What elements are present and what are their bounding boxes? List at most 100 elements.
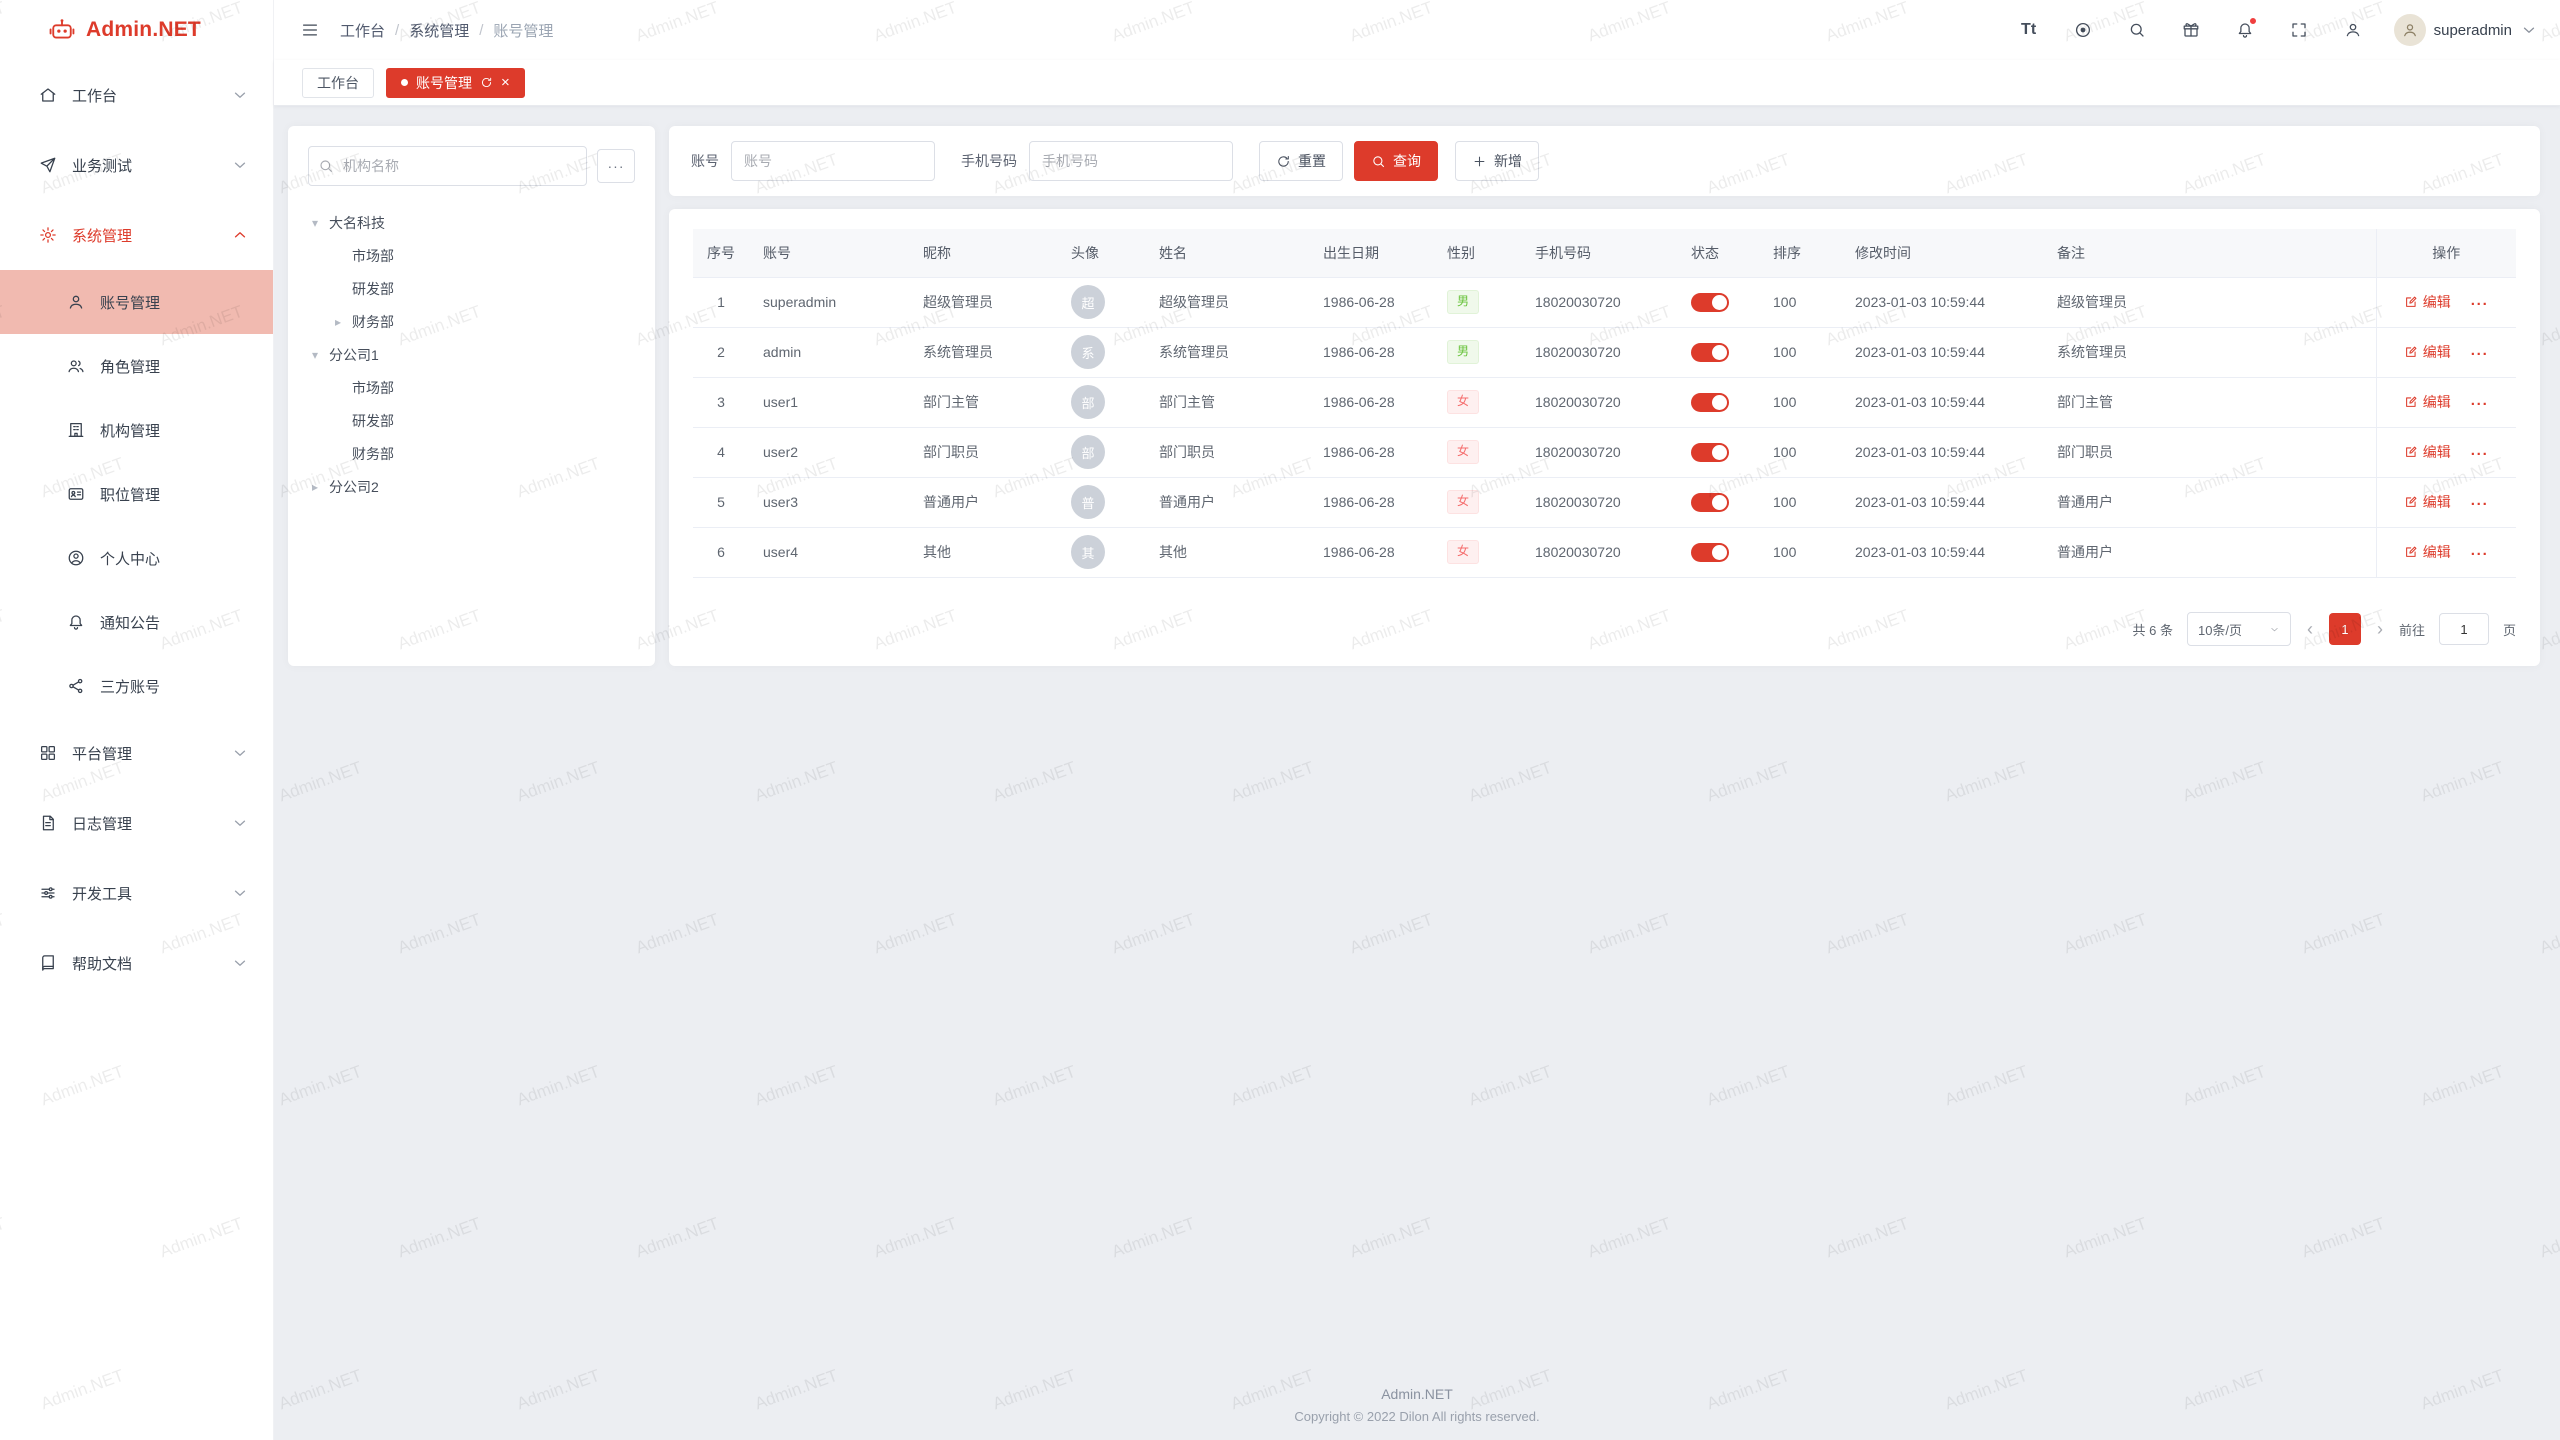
sidebar-item-position-management[interactable]: 职位管理 — [0, 462, 273, 526]
prev-page-button[interactable]: ‹ — [2305, 620, 2315, 638]
sidebar-item-role-management[interactable]: 角色管理 — [0, 334, 273, 398]
row-more-button[interactable]: ··· — [2471, 496, 2489, 513]
edit-button[interactable]: 编辑 — [2404, 292, 2451, 312]
hamburger-icon — [301, 21, 319, 39]
theme-button[interactable] — [2064, 11, 2102, 49]
tree-node[interactable]: 大名科技 — [308, 206, 635, 239]
edit-button[interactable]: 编辑 — [2404, 492, 2451, 512]
col-nickname: 昵称 — [909, 229, 1057, 277]
account-label: 账号 — [691, 151, 719, 171]
status-toggle[interactable] — [1691, 493, 1729, 512]
tree-node[interactable]: 市场部 — [308, 371, 635, 404]
table-row[interactable]: 4 user2 部门职员 部 部门职员 1986-06-28 女 1802003… — [693, 427, 2516, 477]
tree-node-label: 市场部 — [352, 246, 394, 266]
avatar-person-icon — [2401, 21, 2419, 39]
sidebar-item-help-docs[interactable]: 帮助文档 — [0, 928, 273, 998]
sidebar-item-workbench[interactable]: 工作台 — [0, 60, 273, 130]
page-size-select[interactable]: 10条/页 — [2187, 612, 2291, 646]
sidebar-item-dev-tools[interactable]: 开发工具 — [0, 858, 273, 928]
phone-label: 手机号码 — [961, 151, 1017, 171]
goto-page-input[interactable] — [2439, 613, 2489, 645]
sidebar-item-account-management[interactable]: 账号管理 — [0, 270, 273, 334]
gift-button[interactable] — [2172, 11, 2210, 49]
status-toggle[interactable] — [1691, 443, 1729, 462]
row-more-button[interactable]: ··· — [2471, 546, 2489, 563]
breadcrumb-item[interactable]: 系统管理 — [409, 20, 469, 41]
search-button[interactable]: 查询 — [1354, 141, 1438, 181]
edit-button[interactable]: 编辑 — [2404, 392, 2451, 412]
col-status: 状态 — [1677, 229, 1759, 277]
chevron-down-icon — [231, 156, 249, 174]
tree-node[interactable]: 市场部 — [308, 239, 635, 272]
edit-label: 编辑 — [2423, 442, 2451, 462]
edit-button[interactable]: 编辑 — [2404, 342, 2451, 362]
row-more-button[interactable]: ··· — [2471, 296, 2489, 313]
caret-down-icon[interactable] — [312, 348, 329, 362]
caret-right-icon[interactable] — [312, 480, 329, 494]
footer-copyright: Copyright © 2022 Dilon All rights reserv… — [274, 1409, 2560, 1424]
sidebar-item-notice[interactable]: 通知公告 — [0, 590, 273, 654]
sidebar-item-org-management[interactable]: 机构管理 — [0, 398, 273, 462]
refresh-icon[interactable] — [480, 76, 493, 89]
notification-button[interactable] — [2226, 11, 2264, 49]
row-more-button[interactable]: ··· — [2471, 446, 2489, 463]
collapse-menu-button[interactable] — [296, 16, 324, 44]
tree-node[interactable]: 研发部 — [308, 404, 635, 437]
phone-input[interactable] — [1029, 141, 1233, 181]
edit-icon — [2404, 445, 2418, 459]
col-seq: 序号 — [693, 229, 749, 277]
tab-workbench[interactable]: 工作台 — [302, 68, 374, 98]
sliders-icon — [39, 884, 57, 902]
edit-button[interactable]: 编辑 — [2404, 542, 2451, 562]
next-page-button[interactable]: › — [2375, 620, 2385, 638]
edit-button[interactable]: 编辑 — [2404, 442, 2451, 462]
tree-node[interactable]: 财务部 — [308, 437, 635, 470]
sidebar-item-business-test[interactable]: 业务测试 — [0, 130, 273, 200]
table-row[interactable]: 5 user3 普通用户 普 普通用户 1986-06-28 女 1802003… — [693, 477, 2516, 527]
row-more-button[interactable]: ··· — [2471, 346, 2489, 363]
add-button[interactable]: 新增 — [1455, 141, 1539, 181]
table-row[interactable]: 3 user1 部门主管 部 部门主管 1986-06-28 女 1802003… — [693, 377, 2516, 427]
tree-node[interactable]: 财务部 — [308, 305, 635, 338]
org-panel-toolbar: ··· — [308, 146, 635, 186]
reset-button[interactable]: 重置 — [1259, 141, 1343, 181]
edit-icon — [2404, 345, 2418, 359]
edit-icon — [2404, 495, 2418, 509]
close-icon[interactable]: × — [501, 75, 510, 90]
font-size-button[interactable]: Tt — [2010, 11, 2048, 49]
status-toggle[interactable] — [1691, 393, 1729, 412]
row-more-button[interactable]: ··· — [2471, 396, 2489, 413]
org-more-button[interactable]: ··· — [597, 149, 635, 183]
profile-button[interactable] — [2334, 11, 2372, 49]
org-tree: 大名科技 市场部 研发部 财务部 分公司1 — [308, 206, 635, 503]
tree-node[interactable]: 分公司2 — [308, 470, 635, 503]
sidebar-item-platform-management[interactable]: 平台管理 — [0, 718, 273, 788]
table-row[interactable]: 2 admin 系统管理员 系 系统管理员 1986-06-28 男 18020… — [693, 327, 2516, 377]
status-toggle[interactable] — [1691, 343, 1729, 362]
fullscreen-button[interactable] — [2280, 11, 2318, 49]
caret-right-icon[interactable] — [335, 315, 352, 329]
gender-tag: 女 — [1447, 490, 1479, 514]
chevron-down-icon — [2269, 624, 2280, 635]
tree-node-label: 大名科技 — [329, 213, 385, 233]
current-page-button[interactable]: 1 — [2329, 613, 2361, 645]
sidebar-item-third-party-account[interactable]: 三方账号 — [0, 654, 273, 718]
breadcrumb-item[interactable]: 工作台 — [340, 20, 385, 41]
table-row[interactable]: 6 user4 其他 其 其他 1986-06-28 女 18020030720… — [693, 527, 2516, 577]
user-menu[interactable]: superadmin — [2394, 14, 2538, 46]
status-toggle[interactable] — [1691, 543, 1729, 562]
account-input[interactable] — [731, 141, 935, 181]
table-row[interactable]: 1 superadmin 超级管理员 超 超级管理员 1986-06-28 男 … — [693, 277, 2516, 327]
sidebar-item-personal-center[interactable]: 个人中心 — [0, 526, 273, 590]
goto-label: 前往 — [2399, 620, 2425, 639]
sidebar-item-log-management[interactable]: 日志管理 — [0, 788, 273, 858]
org-search-input[interactable] — [308, 146, 587, 186]
col-actions: 操作 — [2376, 229, 2516, 277]
status-toggle[interactable] — [1691, 293, 1729, 312]
tree-node[interactable]: 分公司1 — [308, 338, 635, 371]
tree-node[interactable]: 研发部 — [308, 272, 635, 305]
sidebar-item-system-management[interactable]: 系统管理 — [0, 200, 273, 270]
global-search-button[interactable] — [2118, 11, 2156, 49]
caret-down-icon[interactable] — [312, 216, 329, 230]
tab-account-management[interactable]: 账号管理 × — [386, 68, 525, 98]
